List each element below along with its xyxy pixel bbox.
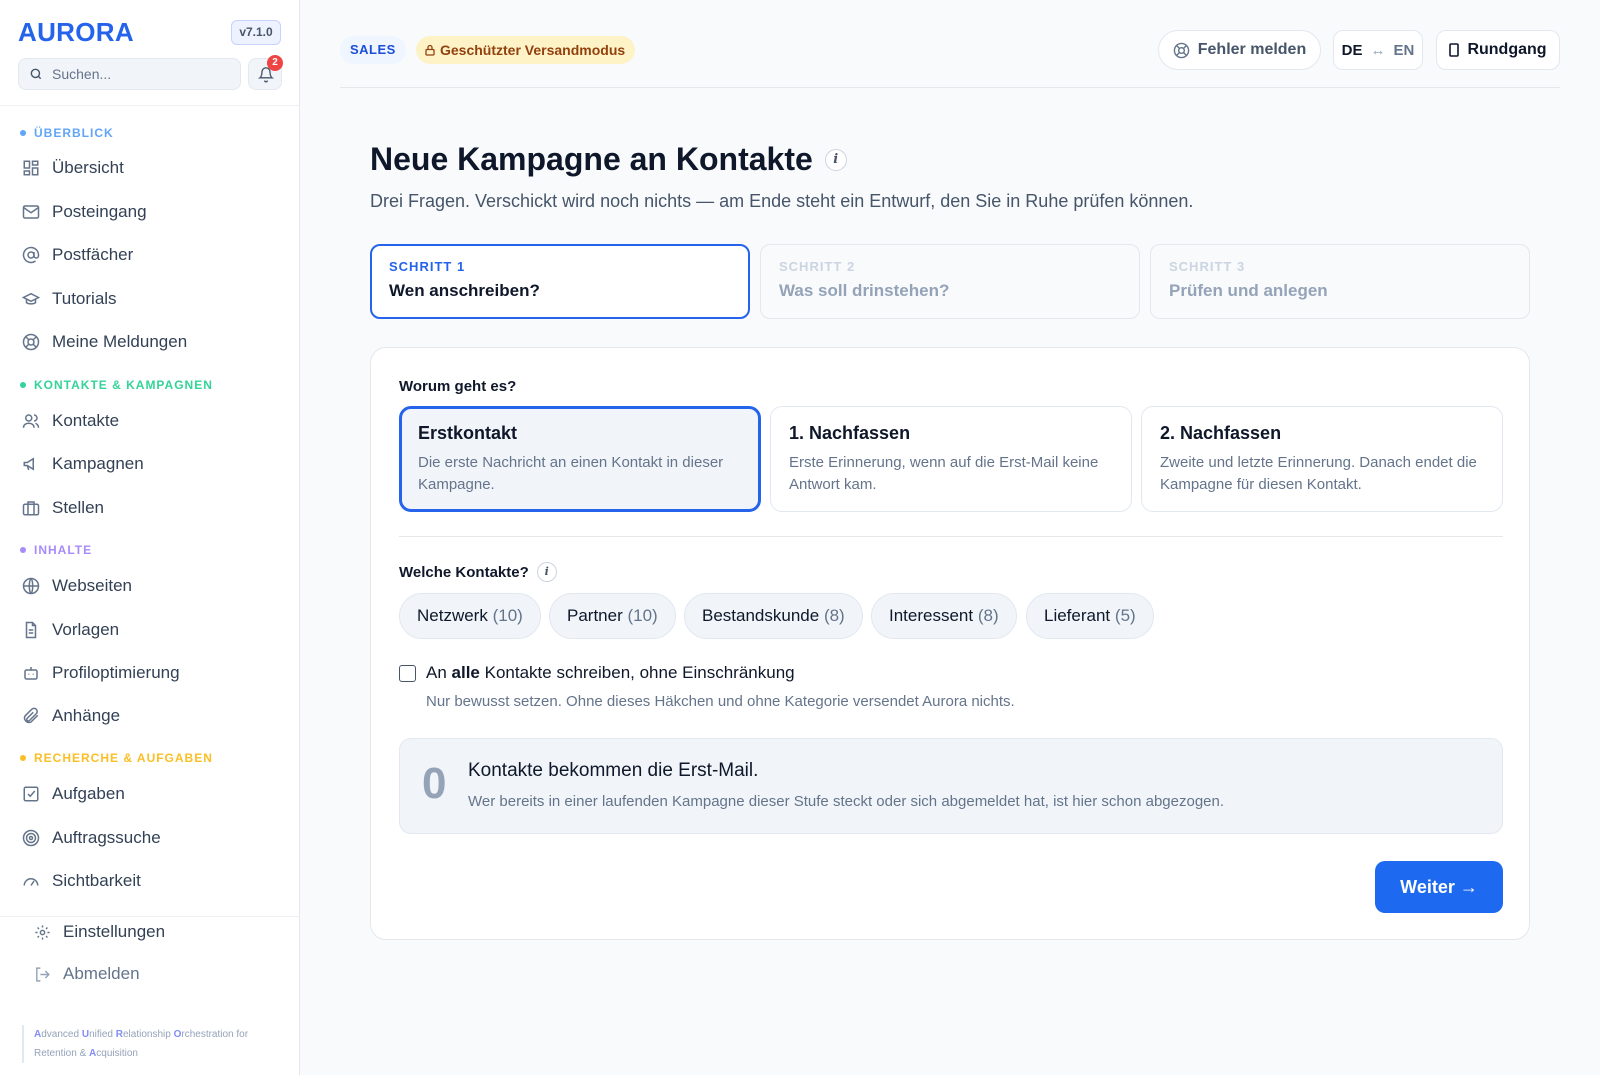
- swap-arrow-icon: ↔: [1370, 41, 1386, 59]
- search-input[interactable]: Suchen...: [18, 58, 241, 90]
- option-nachfassen-2[interactable]: 2. Nachfassen Zweite und letzte Erinneru…: [1141, 406, 1503, 512]
- lang-en: EN: [1393, 41, 1415, 59]
- sidebar-footer: Einstellungen Abmelden Advanced Unified …: [0, 916, 299, 1075]
- search-icon: [30, 68, 42, 80]
- sidebar-header: AURORA v7.1.0 Suchen... 2: [0, 0, 299, 106]
- top-bar: SALES Geschützter Versandmodus Fehler me…: [340, 0, 1560, 88]
- protected-mode-chip: Geschützter Versandmodus: [416, 36, 636, 64]
- graduation-cap-icon: [22, 292, 40, 305]
- search-placeholder: Suchen...: [52, 66, 112, 82]
- all-contacts-hint: Nur bewusst setzen. Ohne dieses Häkchen …: [426, 693, 1015, 710]
- all-contacts-checkbox[interactable]: [399, 664, 416, 682]
- sidebar-item-vorlagen[interactable]: Vorlagen: [22, 613, 119, 647]
- sidebar: AURORA v7.1.0 Suchen... 2 ÜBERBLICK Über…: [0, 0, 300, 1075]
- option-erstkontakt[interactable]: Erstkontakt Die erste Nachricht an einen…: [399, 406, 761, 512]
- paperclip-icon: [23, 707, 39, 724]
- info-icon[interactable]: i: [536, 562, 557, 582]
- category-pill-netzwerk[interactable]: Netzwerk (10): [399, 593, 541, 639]
- contacts-label: Welche Kontakte? i: [399, 562, 557, 582]
- step-2[interactable]: SCHRITT 2 Was soll drinstehen?: [760, 244, 1140, 319]
- target-icon: [22, 829, 40, 847]
- sidebar-item-profiloptimierung[interactable]: Profiloptimierung: [22, 656, 180, 690]
- at-sign-icon: [22, 246, 40, 264]
- tour-button[interactable]: Rundgang: [1436, 30, 1560, 70]
- category-pill-partner[interactable]: Partner (10): [549, 593, 676, 639]
- sidebar-item-tutorials[interactable]: Tutorials: [22, 282, 117, 316]
- category-pill-lieferant[interactable]: Lieferant (5): [1026, 593, 1154, 639]
- users-icon: [22, 414, 40, 428]
- divider: [399, 536, 1503, 537]
- document-icon: [25, 621, 37, 639]
- version-badge: v7.1.0: [231, 20, 281, 45]
- app-tagline: Advanced Unified Relationship Orchestrat…: [22, 1025, 272, 1063]
- sidebar-item-uebersicht[interactable]: Übersicht: [22, 151, 124, 185]
- all-contacts-checkbox-row[interactable]: An alle Kontakte schreiben, ohne Einschr…: [399, 663, 795, 683]
- summary-title: Kontakte bekommen die Erst-Mail.: [468, 760, 759, 781]
- app-logo[interactable]: AURORA: [18, 17, 134, 48]
- logout-link[interactable]: Abmelden: [34, 959, 140, 989]
- checkbox-icon: [23, 786, 39, 802]
- megaphone-icon: [23, 457, 34, 471]
- gauge-icon: [23, 878, 39, 886]
- dashboard-icon: [23, 160, 39, 176]
- recipient-count: 0: [422, 759, 447, 808]
- sidebar-item-kampagnen[interactable]: Kampagnen: [22, 447, 144, 481]
- settings-link[interactable]: Einstellungen: [34, 917, 165, 947]
- step-3[interactable]: SCHRITT 3 Prüfen und anlegen: [1150, 244, 1530, 319]
- sidebar-item-meine-meldungen[interactable]: Meine Meldungen: [22, 325, 187, 359]
- lifebuoy-icon: [1173, 42, 1190, 58]
- sidebar-item-aufgaben[interactable]: Aufgaben: [22, 777, 125, 811]
- tour-icon: [1449, 43, 1460, 57]
- sidebar-item-sichtbarkeit[interactable]: Sichtbarkeit: [22, 864, 141, 898]
- recipient-summary: 0 Kontakte bekommen die Erst-Mail. Wer b…: [399, 738, 1503, 834]
- notification-count-badge: 2: [267, 55, 283, 71]
- sidebar-item-posteingang[interactable]: Posteingang: [22, 195, 147, 229]
- lock-icon: [425, 44, 435, 56]
- summary-description: Wer bereits in einer laufenden Kampagne …: [468, 793, 1225, 810]
- robot-icon: [24, 667, 38, 680]
- sidebar-item-auftragssuche[interactable]: Auftragssuche: [22, 821, 161, 855]
- language-toggle[interactable]: DE ↔ EN: [1333, 30, 1423, 70]
- sidebar-item-webseiten[interactable]: Webseiten: [22, 569, 132, 603]
- globe-icon: [22, 577, 40, 595]
- campaign-form-card: Worum geht es? Erstkontakt Die erste Nac…: [370, 347, 1530, 940]
- next-button[interactable]: Weiter →: [1375, 861, 1503, 913]
- all-contacts-label: An alle Kontakte schreiben, ohne Einschr…: [426, 663, 795, 682]
- category-pill-bestandskunde[interactable]: Bestandskunde (8): [684, 593, 863, 639]
- lang-de: DE: [1341, 41, 1363, 59]
- logout-icon: [36, 966, 50, 982]
- sales-chip: SALES: [340, 36, 406, 64]
- report-bug-button[interactable]: Fehler melden: [1158, 30, 1321, 70]
- sidebar-item-anhaenge[interactable]: Anhänge: [22, 699, 120, 733]
- page-subtitle: Drei Fragen. Verschickt wird noch nichts…: [370, 191, 1194, 211]
- section-overview: ÜBERBLICK: [20, 126, 114, 140]
- sidebar-item-postfaecher[interactable]: Postfächer: [22, 238, 133, 272]
- section-content: INHALTE: [20, 543, 92, 557]
- section-research-tasks: RECHERCHE & AUFGABEN: [20, 751, 213, 765]
- gear-icon: [35, 924, 50, 940]
- mail-icon: [22, 205, 40, 219]
- lifebuoy-icon: [22, 333, 40, 351]
- sidebar-item-stellen[interactable]: Stellen: [22, 491, 104, 525]
- briefcase-icon: [22, 501, 40, 516]
- category-pill-interessent[interactable]: Interessent (8): [871, 593, 1017, 639]
- page-title: Neue Kampagne an Kontakte i: [370, 141, 847, 178]
- sidebar-nav: ÜBERBLICK Übersicht Posteingang Postfäch…: [0, 106, 299, 916]
- topic-label: Worum geht es?: [399, 378, 517, 395]
- option-nachfassen-1[interactable]: 1. Nachfassen Erste Erinnerung, wenn auf…: [770, 406, 1132, 512]
- sidebar-item-kontakte[interactable]: Kontakte: [22, 404, 119, 438]
- info-icon[interactable]: i: [824, 148, 847, 171]
- section-contacts-campaigns: KONTAKTE & KAMPAGNEN: [20, 378, 213, 392]
- step-1[interactable]: SCHRITT 1 Wen anschreiben?: [370, 244, 750, 319]
